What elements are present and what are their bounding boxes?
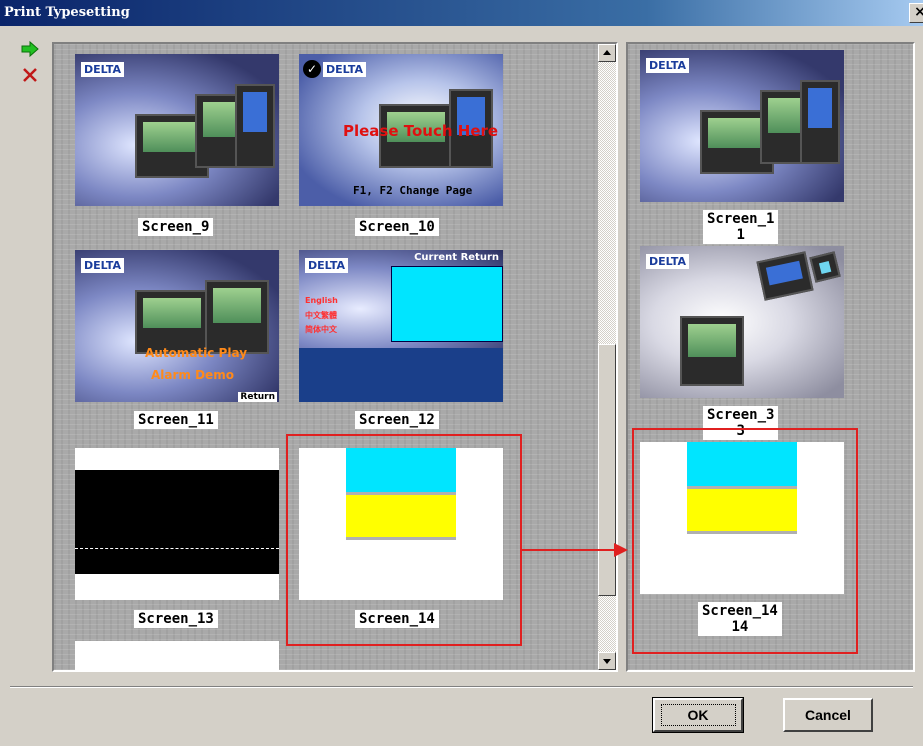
overlay-text: Please Touch Here (343, 122, 499, 140)
device-image (235, 84, 275, 168)
header-text: Current Return (414, 252, 499, 263)
device-image (809, 251, 841, 283)
screen-thumbnail[interactable]: DELTA Automatic Play Alarm Demo Return (75, 250, 279, 402)
screen-label: Screen_12 (355, 411, 439, 429)
device-image (205, 280, 269, 354)
screen-thumbnail[interactable] (75, 641, 279, 670)
delta-logo: DELTA (646, 254, 689, 269)
overlay-text: Automatic Play (145, 346, 248, 360)
close-button[interactable]: × (909, 3, 923, 23)
cyan-panel (391, 266, 503, 342)
screen-thumbnail[interactable]: ✓ DELTA Please Touch Here F1, F2 Change … (299, 54, 503, 206)
available-screens-panel[interactable]: DELTA Screen_9 ✓ DELTA Please Touch Here… (52, 42, 618, 672)
scroll-down-button[interactable] (598, 652, 616, 670)
delta-logo: DELTA (81, 62, 124, 77)
ok-button[interactable]: OK (652, 697, 744, 733)
screen-name: Screen_3 (707, 407, 775, 423)
check-icon: ✓ (303, 60, 321, 78)
divider (10, 686, 913, 688)
delta-logo: DELTA (81, 258, 124, 273)
window-title: Print Typesetting (4, 5, 130, 20)
vertical-scrollbar[interactable] (598, 44, 616, 670)
menu-item: 简体中文 (305, 325, 337, 334)
x-icon[interactable] (18, 66, 42, 88)
screen-label: Screen_10 (355, 218, 439, 236)
screen-number: 1 (736, 227, 745, 243)
screen-thumbnail[interactable] (75, 448, 279, 600)
screen-thumbnail[interactable]: DELTA (640, 50, 844, 202)
footer-text: Return (238, 392, 277, 402)
device-image (135, 290, 209, 354)
black-panel (75, 468, 279, 574)
footer-text: F1, F2 Change Page (353, 184, 473, 197)
arrow-right-icon (520, 543, 628, 557)
delta-logo: DELTA (305, 258, 348, 273)
screen-thumbnail[interactable]: DELTA (640, 246, 844, 398)
screen-label: Screen_13 (134, 610, 218, 628)
ok-button-label: OK (660, 704, 736, 726)
screen-label: Screen_11 (134, 411, 218, 429)
screen-thumbnail[interactable]: DELTA Current Return English 中文繁體 简体中文 (299, 250, 503, 402)
screen-thumbnail[interactable]: DELTA (75, 54, 279, 206)
arrow-right-icon[interactable] (18, 40, 42, 62)
screen-label: Screen_1 1 (703, 210, 779, 244)
cancel-button[interactable]: Cancel (783, 698, 873, 732)
device-image (800, 80, 840, 164)
dark-panel (299, 348, 503, 402)
delta-logo: DELTA (646, 58, 689, 73)
screen-name: Screen_1 (707, 211, 775, 227)
device-image (680, 316, 744, 386)
title-bar: Print Typesetting × (0, 0, 923, 26)
selected-screens-panel[interactable]: DELTA Screen_1 1 DELTA Screen_3 3 Screen… (626, 42, 915, 672)
selection-highlight (632, 428, 858, 654)
selection-highlight (286, 434, 522, 646)
screen-label: Screen_9 (138, 218, 214, 236)
menu-item: 中文繁體 (305, 311, 337, 320)
device-image (756, 251, 814, 301)
scroll-up-button[interactable] (598, 44, 616, 62)
delta-logo: DELTA (323, 62, 366, 77)
overlay-text: Alarm Demo (151, 368, 234, 382)
menu-item: English (305, 296, 338, 305)
